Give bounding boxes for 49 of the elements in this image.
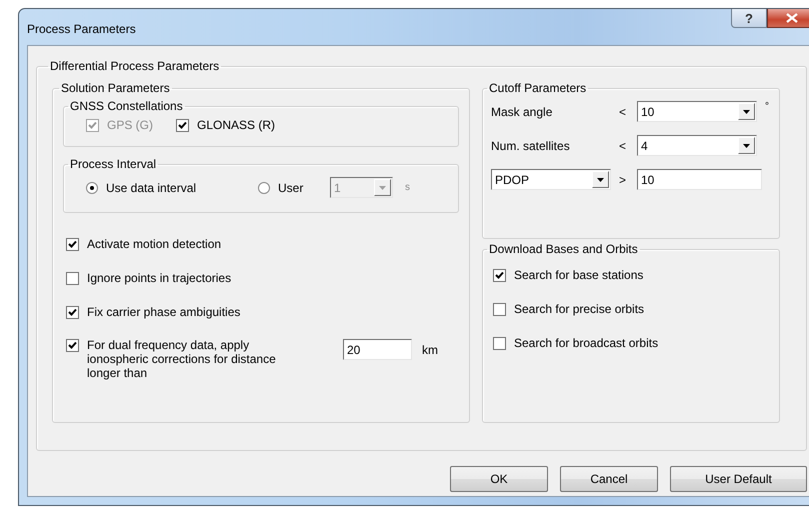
group-title: Process Interval [69, 157, 158, 171]
dialog-button[interactable]: OK [450, 466, 548, 492]
checkbox-label: Search for precise orbits [514, 302, 644, 316]
group-title: Solution Parameters [60, 81, 171, 95]
radio-label: Use data interval [106, 180, 196, 194]
group-title: Differential Process Parameters [49, 59, 220, 73]
close-button[interactable] [767, 9, 809, 28]
unit-label: km [422, 343, 438, 357]
caret-icon [738, 103, 755, 120]
checkbox[interactable] [66, 339, 79, 352]
dialog-button[interactable]: Cancel [560, 466, 658, 492]
dialog-button[interactable]: User Default [670, 466, 807, 492]
radio-label: User [278, 180, 304, 194]
cutoff-label: Num. satellites [491, 138, 571, 152]
group-title: Download Bases and Orbits [488, 242, 639, 256]
checkbox-label: Search for broadcast orbits [514, 336, 658, 350]
close-icon [786, 13, 798, 23]
caret-icon [738, 137, 755, 154]
checkbox[interactable] [176, 118, 190, 132]
operator-sign: < [619, 138, 628, 152]
unit-label: ° [765, 101, 770, 112]
help-button[interactable]: ? [731, 9, 767, 28]
checkbox-label: GLONASS (R) [197, 118, 276, 132]
group-title: Cutoff Parameters [488, 81, 588, 95]
window-title: Process Parameters [27, 22, 136, 36]
checkbox-label: Search for base stations [514, 268, 644, 282]
checkbox[interactable] [66, 238, 79, 250]
checkbox[interactable] [493, 336, 506, 350]
checkbox[interactable] [493, 268, 506, 282]
group-title: GNSS Constellations [69, 99, 184, 113]
checkbox-label: Ignore points in trajectories [87, 271, 232, 285]
caret-icon [374, 179, 391, 196]
checkbox[interactable] [493, 302, 506, 316]
checkbox-label: GPS (G) [107, 118, 154, 132]
value-field[interactable]: 10 [637, 169, 762, 190]
checkbox-label: Activate motion detection [87, 237, 222, 251]
criterion-dropdown[interactable]: PDOP [491, 169, 611, 190]
distance-field[interactable]: 20 [343, 339, 412, 360]
checkbox[interactable] [66, 272, 79, 284]
operator-sign: > [619, 172, 628, 186]
value-dropdown[interactable]: 4 [637, 135, 757, 156]
caret-icon [592, 171, 609, 188]
unit-label: s [405, 182, 410, 193]
cutoff-label: Mask angle [491, 104, 554, 118]
operator-sign: < [619, 104, 628, 118]
checkbox-label: For dual frequency data, apply ionospheric corrections for distance longer than [87, 338, 277, 380]
checkbox-label: Fix carrier phase ambiguities [87, 305, 240, 319]
checkbox[interactable] [66, 306, 79, 318]
value-dropdown[interactable]: 10 [637, 101, 757, 122]
